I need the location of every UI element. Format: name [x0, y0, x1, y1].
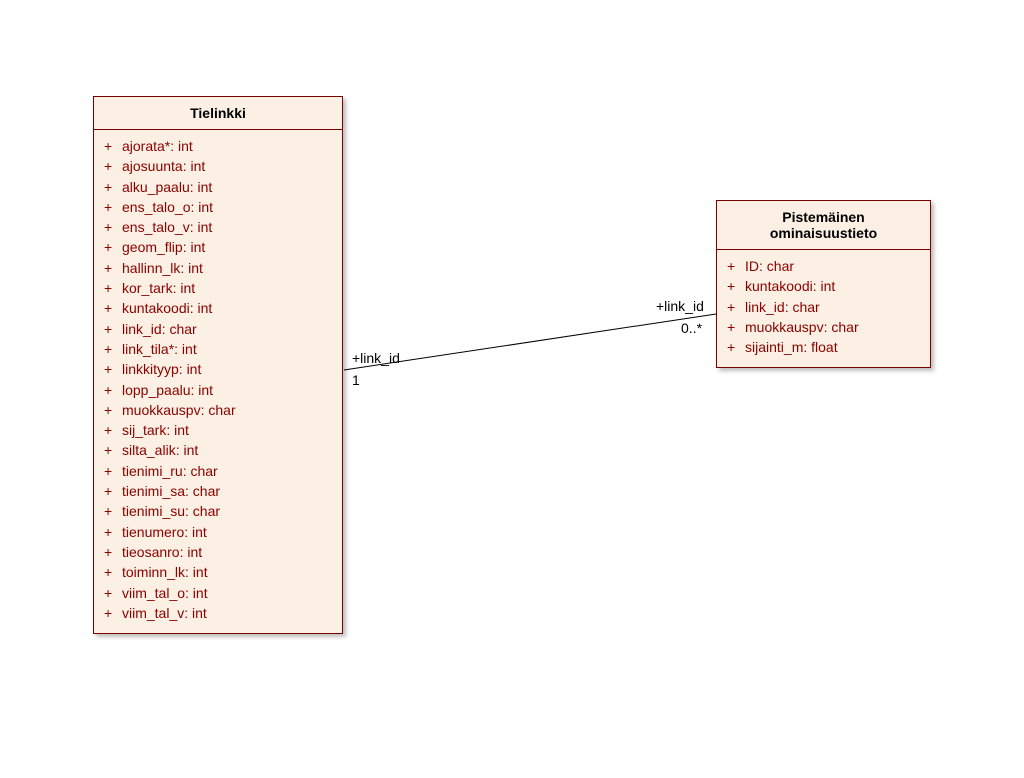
attr-row: +viim_tal_v: int	[104, 603, 332, 623]
attr-row: +silta_alik: int	[104, 440, 332, 460]
assoc-left-role: +link_id	[352, 350, 400, 366]
attr-row: +kuntakoodi: int	[104, 298, 332, 318]
assoc-right-mult: 0..*	[681, 320, 702, 336]
attr-row: +muokkauspv: char	[104, 400, 332, 420]
assoc-left-mult: 1	[352, 372, 360, 388]
class-pistemainen-title: Pistemäinen ominaisuustieto	[717, 201, 930, 250]
attr-row: +muokkauspv: char	[727, 317, 920, 337]
class-tielinkki-title: Tielinkki	[94, 97, 342, 130]
attr-row: +tienumero: int	[104, 522, 332, 542]
attr-row: +sijainti_m: float	[727, 337, 920, 357]
attr-row: +lopp_paalu: int	[104, 380, 332, 400]
attr-row: +link_id: char	[727, 297, 920, 317]
attr-row: +ID: char	[727, 256, 920, 276]
attr-row: +link_tila*: int	[104, 339, 332, 359]
attr-row: +link_id: char	[104, 319, 332, 339]
attr-row: +ens_talo_o: int	[104, 197, 332, 217]
class-tielinkki: Tielinkki +ajorata*: int +ajosuunta: int…	[93, 96, 343, 634]
class-pistemainen: Pistemäinen ominaisuustieto +ID: char +k…	[716, 200, 931, 368]
attr-row: +geom_flip: int	[104, 237, 332, 257]
class-pistemainen-attrs: +ID: char +kuntakoodi: int +link_id: cha…	[717, 250, 930, 367]
attr-row: +kuntakoodi: int	[727, 276, 920, 296]
attr-row: +tienimi_sa: char	[104, 481, 332, 501]
attr-row: +ajosuunta: int	[104, 156, 332, 176]
attr-row: +ens_talo_v: int	[104, 217, 332, 237]
class-tielinkki-attrs: +ajorata*: int +ajosuunta: int +alku_paa…	[94, 130, 342, 633]
attr-row: +sij_tark: int	[104, 420, 332, 440]
attr-row: +tienimi_su: char	[104, 501, 332, 521]
attr-row: +ajorata*: int	[104, 136, 332, 156]
attr-row: +tieosanro: int	[104, 542, 332, 562]
attr-row: +viim_tal_o: int	[104, 583, 332, 603]
attr-row: +alku_paalu: int	[104, 177, 332, 197]
attr-row: +linkkityyp: int	[104, 359, 332, 379]
attr-row: +toiminn_lk: int	[104, 562, 332, 582]
attr-row: +kor_tark: int	[104, 278, 332, 298]
attr-row: +tienimi_ru: char	[104, 461, 332, 481]
assoc-right-role: +link_id	[656, 298, 704, 314]
attr-row: +hallinn_lk: int	[104, 258, 332, 278]
